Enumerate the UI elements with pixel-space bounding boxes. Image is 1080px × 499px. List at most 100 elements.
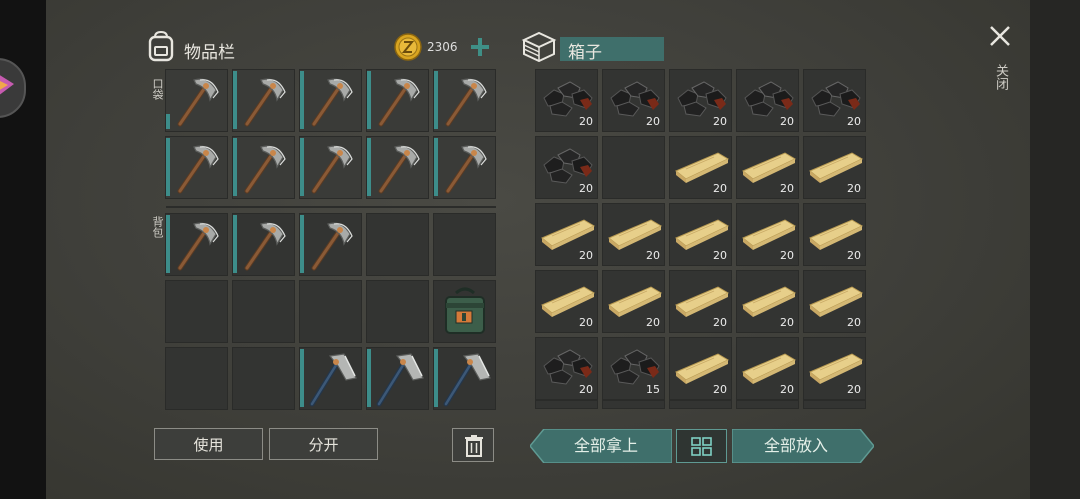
- star-icon: [0, 75, 14, 95]
- durability-bar: [166, 114, 170, 129]
- backpack-slot[interactable]: [433, 213, 496, 276]
- box-slot[interactable]: 20: [535, 136, 598, 199]
- close-icon[interactable]: [988, 24, 1012, 48]
- pocket-slot[interactable]: [232, 69, 295, 132]
- pocket-slot[interactable]: [299, 69, 362, 132]
- trash-button[interactable]: [452, 428, 494, 462]
- box-slot[interactable]: 20: [736, 270, 799, 333]
- box-slot[interactable]: 20: [602, 203, 665, 266]
- box-slot-partial[interactable]: [669, 400, 732, 409]
- box-slot[interactable]: 20: [736, 203, 799, 266]
- backpack-slot[interactable]: [165, 280, 228, 343]
- backpack-slot[interactable]: [232, 347, 295, 410]
- item-quantity: 20: [713, 383, 727, 396]
- item-quantity: 20: [780, 249, 794, 262]
- backpack-slot[interactable]: [165, 213, 228, 276]
- item-quantity: 20: [579, 316, 593, 329]
- close-label[interactable]: 关闭: [992, 64, 1008, 90]
- pocket-slot[interactable]: [299, 136, 362, 199]
- item-quantity: 20: [847, 249, 861, 262]
- item-quantity: 20: [780, 182, 794, 195]
- backpack-slot[interactable]: [232, 213, 295, 276]
- box-title-field[interactable]: 箱子: [560, 37, 664, 63]
- box-slot[interactable]: 20: [535, 69, 598, 132]
- box-slot-partial[interactable]: [736, 400, 799, 409]
- box-slot[interactable]: [602, 136, 665, 199]
- backpack-label: 背包: [151, 216, 164, 238]
- box-slot[interactable]: 20: [669, 69, 732, 132]
- box-slot[interactable]: 20: [669, 270, 732, 333]
- use-button[interactable]: 使用: [154, 428, 263, 460]
- box-slot[interactable]: 20: [803, 136, 866, 199]
- box-slot[interactable]: 20: [736, 337, 799, 400]
- box-slot-partial[interactable]: [535, 400, 598, 409]
- left-edge: [0, 0, 46, 499]
- durability-bar: [367, 138, 371, 196]
- durability-bar: [300, 138, 304, 196]
- durability-bar: [233, 71, 237, 129]
- box-slot[interactable]: 20: [736, 136, 799, 199]
- item-quantity: 20: [579, 182, 593, 195]
- durability-bar: [233, 215, 237, 273]
- backpack-slot[interactable]: [366, 347, 429, 410]
- box-slot[interactable]: 20: [803, 69, 866, 132]
- box-slot[interactable]: 20: [669, 136, 732, 199]
- item-quantity: 20: [579, 115, 593, 128]
- box-slot-partial[interactable]: [602, 400, 665, 409]
- durability-bar: [434, 71, 438, 129]
- item-quantity: 20: [780, 316, 794, 329]
- backpack-slot[interactable]: [165, 347, 228, 410]
- item-quantity: 20: [713, 182, 727, 195]
- box-slot[interactable]: 20: [535, 270, 598, 333]
- right-edge: [1030, 0, 1080, 499]
- inventory-screen: 物品栏 2306 箱子 关闭 口袋 背包 20 20 20 20 20 20 20 20 20 2…: [46, 0, 1030, 499]
- box-slot[interactable]: 20: [535, 203, 598, 266]
- pocket-slot[interactable]: [232, 136, 295, 199]
- backpack-slot[interactable]: [433, 280, 496, 343]
- backpack-slot[interactable]: [299, 347, 362, 410]
- pocket-slot[interactable]: [165, 136, 228, 199]
- pocket-slot[interactable]: [433, 136, 496, 199]
- durability-bar: [166, 138, 170, 196]
- pocket-slot[interactable]: [433, 69, 496, 132]
- pocket-slot[interactable]: [366, 69, 429, 132]
- durability-bar: [367, 349, 371, 407]
- backpack-slot[interactable]: [366, 213, 429, 276]
- backpack-slot[interactable]: [232, 280, 295, 343]
- split-button[interactable]: 分开: [269, 428, 378, 460]
- durability-bar: [233, 138, 237, 196]
- box-title: 箱子: [568, 43, 602, 63]
- box-slot[interactable]: 20: [669, 337, 732, 400]
- section-divider: [166, 206, 496, 208]
- box-slot[interactable]: 20: [736, 69, 799, 132]
- trash-icon: [465, 435, 483, 457]
- sort-button[interactable]: [676, 429, 727, 463]
- backpack-slot[interactable]: [366, 280, 429, 343]
- backpack-slot[interactable]: [299, 280, 362, 343]
- box-slot[interactable]: 20: [803, 203, 866, 266]
- backpack-slot[interactable]: [433, 347, 496, 410]
- box-slot[interactable]: 20: [803, 270, 866, 333]
- inventory-title: 物品栏: [184, 43, 235, 63]
- box-slot[interactable]: 20: [669, 203, 732, 266]
- item-quantity: 20: [646, 249, 660, 262]
- put-all-label: 全部放入: [763, 436, 828, 455]
- side-game-badge[interactable]: [0, 58, 26, 118]
- box-slot[interactable]: 20: [602, 69, 665, 132]
- box-slot[interactable]: 20: [535, 337, 598, 400]
- pocket-slot[interactable]: [165, 69, 228, 132]
- box-slot[interactable]: 20: [803, 337, 866, 400]
- durability-bar: [300, 215, 304, 273]
- box-icon: [521, 31, 557, 62]
- backpack-slot[interactable]: [299, 213, 362, 276]
- durability-bar: [300, 349, 304, 407]
- plus-icon[interactable]: [470, 37, 490, 57]
- item-quantity: 20: [847, 316, 861, 329]
- item-quantity: 20: [847, 383, 861, 396]
- box-slot[interactable]: 15: [602, 337, 665, 400]
- pocket-slot[interactable]: [366, 136, 429, 199]
- item-quantity: 20: [713, 249, 727, 262]
- box-slot-partial[interactable]: [803, 400, 866, 409]
- item-quantity: 20: [847, 115, 861, 128]
- box-slot[interactable]: 20: [602, 270, 665, 333]
